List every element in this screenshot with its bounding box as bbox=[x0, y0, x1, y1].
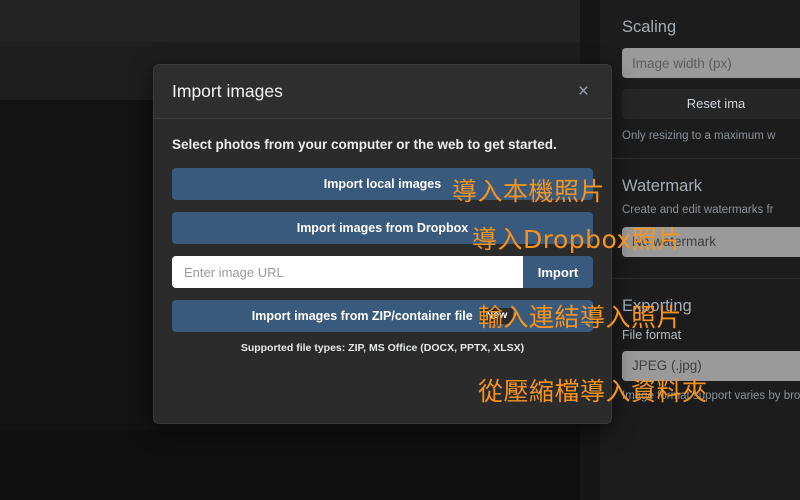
dialog-header: Import images × bbox=[154, 65, 611, 119]
exporting-section-title: Exporting bbox=[622, 297, 692, 315]
dialog-lede: Select photos from your computer or the … bbox=[172, 137, 557, 152]
import-from-zip-button[interactable]: Import images from ZIP/container file Ne… bbox=[172, 300, 593, 332]
watermark-select[interactable]: No watermark bbox=[622, 227, 800, 257]
close-icon[interactable]: × bbox=[574, 80, 593, 103]
exporting-hint: Image format support varies by brow bbox=[622, 390, 800, 402]
dialog-title: Import images bbox=[172, 81, 283, 101]
file-format-label: File format bbox=[622, 328, 682, 342]
import-local-images-button[interactable]: Import local images bbox=[172, 168, 593, 200]
import-from-zip-label: Import images from ZIP/container file bbox=[251, 309, 473, 323]
scaling-hint: Only resizing to a maximum w bbox=[622, 130, 776, 142]
watermark-hint: Create and edit watermarks fr bbox=[622, 204, 774, 216]
image-url-input[interactable] bbox=[172, 256, 523, 288]
sidebar-divider-1 bbox=[600, 158, 800, 159]
image-width-input[interactable] bbox=[622, 48, 800, 78]
supported-file-types-text: Supported file types: ZIP, MS Office (DO… bbox=[240, 342, 525, 354]
reset-image-size-button[interactable]: Reset ima bbox=[622, 89, 800, 119]
import-from-dropbox-button[interactable]: Import images from Dropbox bbox=[172, 212, 593, 244]
settings-sidebar: Scaling Reset ima Only resizing to a max… bbox=[600, 0, 800, 500]
scaling-section-title: Scaling bbox=[622, 18, 677, 36]
sidebar-divider-2 bbox=[600, 278, 800, 279]
screen: iew of your settings will ap Scaling Res… bbox=[0, 0, 800, 500]
new-badge: New bbox=[479, 308, 514, 324]
image-url-row: Import bbox=[172, 256, 593, 288]
dialog-body: Select photos from your computer or the … bbox=[154, 119, 611, 354]
file-format-select[interactable]: JPEG (.jpg) bbox=[622, 351, 800, 381]
import-images-dialog: Import images × Select photos from your … bbox=[153, 64, 612, 424]
watermark-section-title: Watermark bbox=[622, 177, 703, 195]
app-toolbar-strip bbox=[0, 0, 580, 42]
url-import-button[interactable]: Import bbox=[523, 256, 593, 288]
